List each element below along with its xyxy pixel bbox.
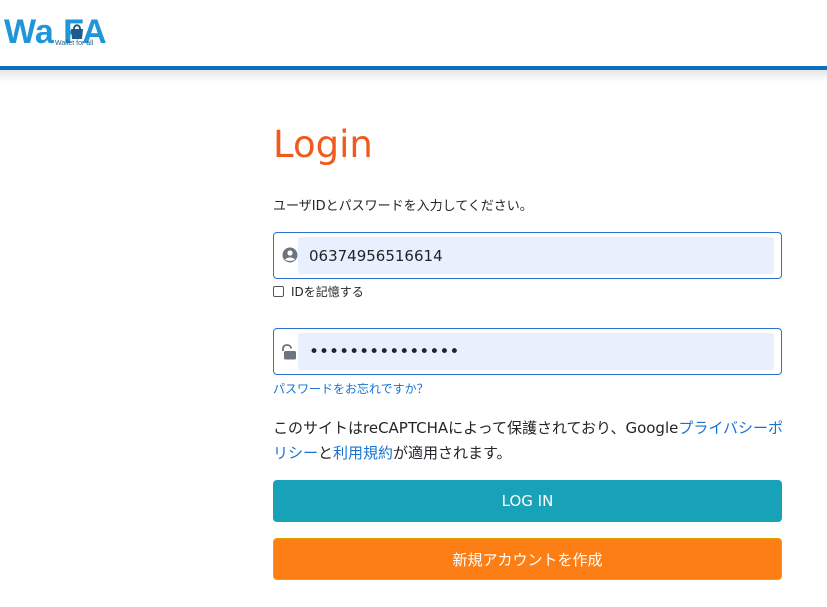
user-id-field-bg [298,237,774,274]
logo[interactable]: Wa FA Wallet for all [4,10,124,54]
wallet-bag-icon [71,24,83,39]
unlock-icon [282,344,296,360]
recaptcha-notice: このサイトはreCAPTCHAによって保護されており、Googleプライバシーポ… [273,416,788,466]
login-button[interactable]: LOG IN [273,480,782,522]
recaptcha-suffix: が適用されます。 [393,444,512,462]
remember-id-checkbox[interactable] [273,285,284,297]
user-id-input[interactable] [298,237,774,274]
logo-subtitle: Wallet for all [55,40,94,47]
logo-text: Wa FA [4,13,107,51]
page-title: Login [273,123,373,166]
remember-id[interactable]: IDを記憶する [273,282,364,300]
header-shadow [0,70,827,82]
create-account-button[interactable]: 新規アカウントを作成 [273,538,782,580]
recaptcha-prefix: このサイトはreCAPTCHAによって保護されており、Google [273,419,679,437]
password-input[interactable] [298,333,774,370]
login-instruction: ユーザIDとパスワードを入力してください。 [273,199,533,214]
password-field-bg [298,333,774,370]
password-group [273,328,782,375]
site-header: Wa FA Wallet for all [0,0,827,66]
recaptcha-and: と [318,444,334,462]
remember-id-label: IDを記憶する [291,284,364,299]
forgot-password-link[interactable]: パスワードをお忘れですか？ [273,380,429,397]
user-circle-icon [282,247,298,263]
terms-link[interactable]: 利用規約 [333,444,393,462]
user-id-group [273,232,782,279]
